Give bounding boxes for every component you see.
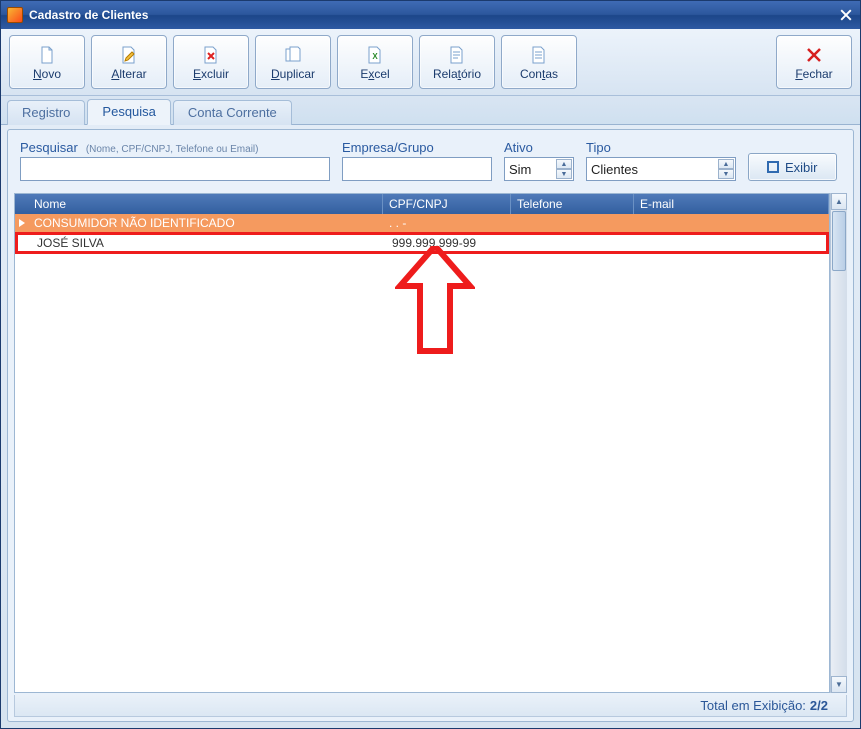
alterar-label: Alterar (111, 67, 146, 81)
close-icon (840, 9, 852, 21)
ativo-label: Ativo (504, 140, 574, 155)
col-cpf[interactable]: CPF/CNPJ (383, 194, 511, 214)
svg-text:X: X (372, 52, 378, 61)
vertical-scrollbar[interactable]: ▲ ▼ (830, 193, 847, 693)
scroll-down-button[interactable]: ▼ (831, 676, 847, 693)
new-file-icon (37, 45, 57, 65)
alterar-button[interactable]: Alterar (91, 35, 167, 89)
cell-cpf: . . - (383, 214, 511, 232)
toolbar-spacer (583, 35, 770, 89)
chevron-down-icon: ▼ (718, 169, 734, 179)
col-telefone[interactable]: Telefone (511, 194, 634, 214)
tab-registro[interactable]: Registro (7, 100, 85, 125)
table-row[interactable]: CONSUMIDOR NÃO IDENTIFICADO . . - (15, 214, 829, 232)
excel-label: Excel (360, 67, 389, 81)
fechar-icon (804, 45, 824, 65)
app-icon (7, 7, 23, 23)
window-close-button[interactable] (838, 7, 854, 23)
scroll-track[interactable] (831, 210, 847, 676)
chevron-up-icon: ▲ (718, 159, 734, 169)
tab-pesquisa[interactable]: Pesquisa (87, 99, 170, 125)
cell-nome: JOSÉ SILVA (31, 235, 386, 251)
pesquisar-hint: (Nome, CPF/CNPJ, Telefone ou Email) (86, 144, 259, 155)
report-icon (447, 45, 467, 65)
exibir-button[interactable]: Exibir (748, 153, 837, 181)
novo-label: Novo (33, 67, 61, 81)
status-value: 2/2 (810, 698, 828, 713)
window-root: Cadastro de Clientes Novo Alterar Exclui… (0, 0, 861, 729)
filter-bar: Pesquisar (Nome, CPF/CNPJ, Telefone ou E… (8, 130, 853, 189)
cell-email (637, 235, 826, 251)
relatorio-label: Relatório (433, 67, 481, 81)
tipo-select[interactable]: Clientes ▲ ▼ (586, 157, 736, 181)
contas-label: Contas (520, 67, 558, 81)
excel-icon: X (365, 45, 385, 65)
status-bar: Total em Exibição: 2/2 (14, 695, 847, 717)
fechar-label: Fechar (795, 67, 832, 81)
filter-pesquisar: Pesquisar (Nome, CPF/CNPJ, Telefone ou E… (20, 140, 330, 181)
pesquisar-input[interactable] (20, 157, 330, 181)
titlebar: Cadastro de Clientes (1, 1, 860, 29)
fechar-button[interactable]: Fechar (776, 35, 852, 89)
toolbar: Novo Alterar Excluir Duplicar X Excel (1, 29, 860, 96)
edit-icon (119, 45, 139, 65)
cell-telefone (511, 214, 634, 232)
exibir-label: Exibir (785, 160, 818, 175)
grid-header: Nome CPF/CNPJ Telefone E-mail (15, 194, 829, 214)
duplicar-label: Duplicar (271, 67, 315, 81)
tab-conta-corrente[interactable]: Conta Corrente (173, 100, 292, 125)
ativo-select[interactable]: Sim ▲ ▼ (504, 157, 574, 181)
novo-button[interactable]: Novo (9, 35, 85, 89)
excluir-label: Excluir (193, 67, 229, 81)
empresa-label: Empresa/Grupo (342, 140, 492, 155)
cell-email (634, 214, 829, 232)
filter-tipo: Tipo Clientes ▲ ▼ (586, 140, 736, 181)
cell-cpf: 999.999.999-99 (386, 235, 514, 251)
status-label: Total em Exibição: (700, 698, 806, 713)
window-title: Cadastro de Clientes (29, 8, 838, 22)
relatorio-button[interactable]: Relatório (419, 35, 495, 89)
delete-icon (201, 45, 221, 65)
excluir-button[interactable]: Excluir (173, 35, 249, 89)
row-pointer-icon (15, 219, 28, 227)
exibir-icon (767, 161, 779, 173)
filter-ativo: Ativo Sim ▲ ▼ (504, 140, 574, 181)
annotation-arrow-icon (395, 246, 475, 356)
contas-button[interactable]: Contas (501, 35, 577, 89)
cell-telefone (514, 235, 637, 251)
ativo-value: Sim (509, 162, 531, 177)
col-nome[interactable]: Nome (28, 194, 383, 214)
duplicar-button[interactable]: Duplicar (255, 35, 331, 89)
duplicate-icon (283, 45, 303, 65)
empresa-input[interactable] (342, 157, 492, 181)
accounts-icon (529, 45, 549, 65)
chevron-down-icon: ▼ (556, 169, 572, 179)
tipo-label: Tipo (586, 140, 736, 155)
filter-empresa: Empresa/Grupo (342, 140, 492, 181)
scroll-up-button[interactable]: ▲ (831, 193, 847, 210)
grid-body[interactable]: CONSUMIDOR NÃO IDENTIFICADO . . - JOSÉ S… (15, 214, 829, 692)
scroll-thumb[interactable] (832, 211, 846, 271)
excel-button[interactable]: X Excel (337, 35, 413, 89)
table-row[interactable]: JOSÉ SILVA 999.999.999-99 (15, 232, 829, 254)
results-grid: Nome CPF/CNPJ Telefone E-mail CONSUMIDOR… (14, 193, 847, 693)
chevron-up-icon: ▲ (556, 159, 572, 169)
grid-inner: Nome CPF/CNPJ Telefone E-mail CONSUMIDOR… (14, 193, 830, 693)
tab-content-pesquisa: Pesquisar (Nome, CPF/CNPJ, Telefone ou E… (7, 129, 854, 722)
ativo-spinner[interactable]: ▲ ▼ (556, 159, 572, 179)
pesquisar-label: Pesquisar (20, 140, 78, 155)
filter-exibir: Exibir (748, 153, 837, 181)
cell-nome: CONSUMIDOR NÃO IDENTIFICADO (28, 214, 383, 232)
tipo-value: Clientes (591, 162, 638, 177)
tipo-spinner[interactable]: ▲ ▼ (718, 159, 734, 179)
tabstrip: Registro Pesquisa Conta Corrente (1, 96, 860, 125)
col-email[interactable]: E-mail (634, 194, 829, 214)
